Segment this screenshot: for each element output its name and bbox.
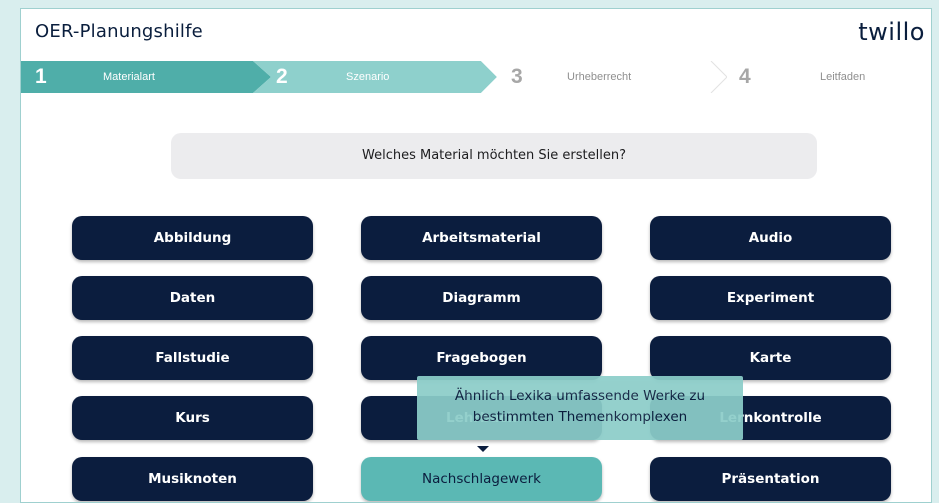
app-card: OER-Planungshilfe twillo 1 Materialart 2… [20,8,932,503]
brand-logo: twillo [858,18,925,46]
material-button-nachschlagewerk[interactable]: Nachschlagewerk [361,457,602,501]
material-button-arbeitsmaterial[interactable]: Arbeitsmaterial [361,216,602,260]
material-button-fragebogen[interactable]: Fragebogen [361,336,602,380]
tooltip-line-1: Ähnlich Lexika umfassende Werke zu [454,388,706,404]
material-tooltip: Ähnlich Lexika umfassende Werke zu besti… [417,376,743,440]
material-button-abbildung[interactable]: Abbildung [72,216,313,260]
step-1-number[interactable]: 1 [35,61,47,93]
step-2-number[interactable]: 2 [276,61,288,93]
question-prompt: Welches Material möchten Sie erstellen? [171,133,817,179]
material-button-praesentation[interactable]: Präsentation [650,457,891,501]
material-button-karte[interactable]: Karte [650,336,891,380]
step-2-label[interactable]: Szenario [346,61,389,93]
material-button-musiknoten[interactable]: Musiknoten [72,457,313,501]
material-button-daten[interactable]: Daten [72,276,313,320]
material-button-kurs[interactable]: Kurs [72,396,313,440]
step-4-label[interactable]: Leitfaden [820,61,865,93]
header: OER-Planungshilfe twillo [21,9,931,61]
step-1-label[interactable]: Materialart [103,61,155,93]
stepper-arrows [21,61,931,93]
material-button-experiment[interactable]: Experiment [650,276,891,320]
step-3-number[interactable]: 3 [511,61,523,93]
progress-stepper: 1 Materialart 2 Szenario 3 Urheberrecht … [21,61,931,93]
step-4-number[interactable]: 4 [739,61,751,93]
tooltip-line-2: bestimmten Themenkomplexen [472,409,688,425]
step-3-label[interactable]: Urheberrecht [567,61,631,93]
tooltip-pointer-icon [477,446,489,452]
app-title: OER-Planungshilfe [35,21,203,42]
material-button-fallstudie[interactable]: Fallstudie [72,336,313,380]
material-button-audio[interactable]: Audio [650,216,891,260]
material-button-diagramm[interactable]: Diagramm [361,276,602,320]
